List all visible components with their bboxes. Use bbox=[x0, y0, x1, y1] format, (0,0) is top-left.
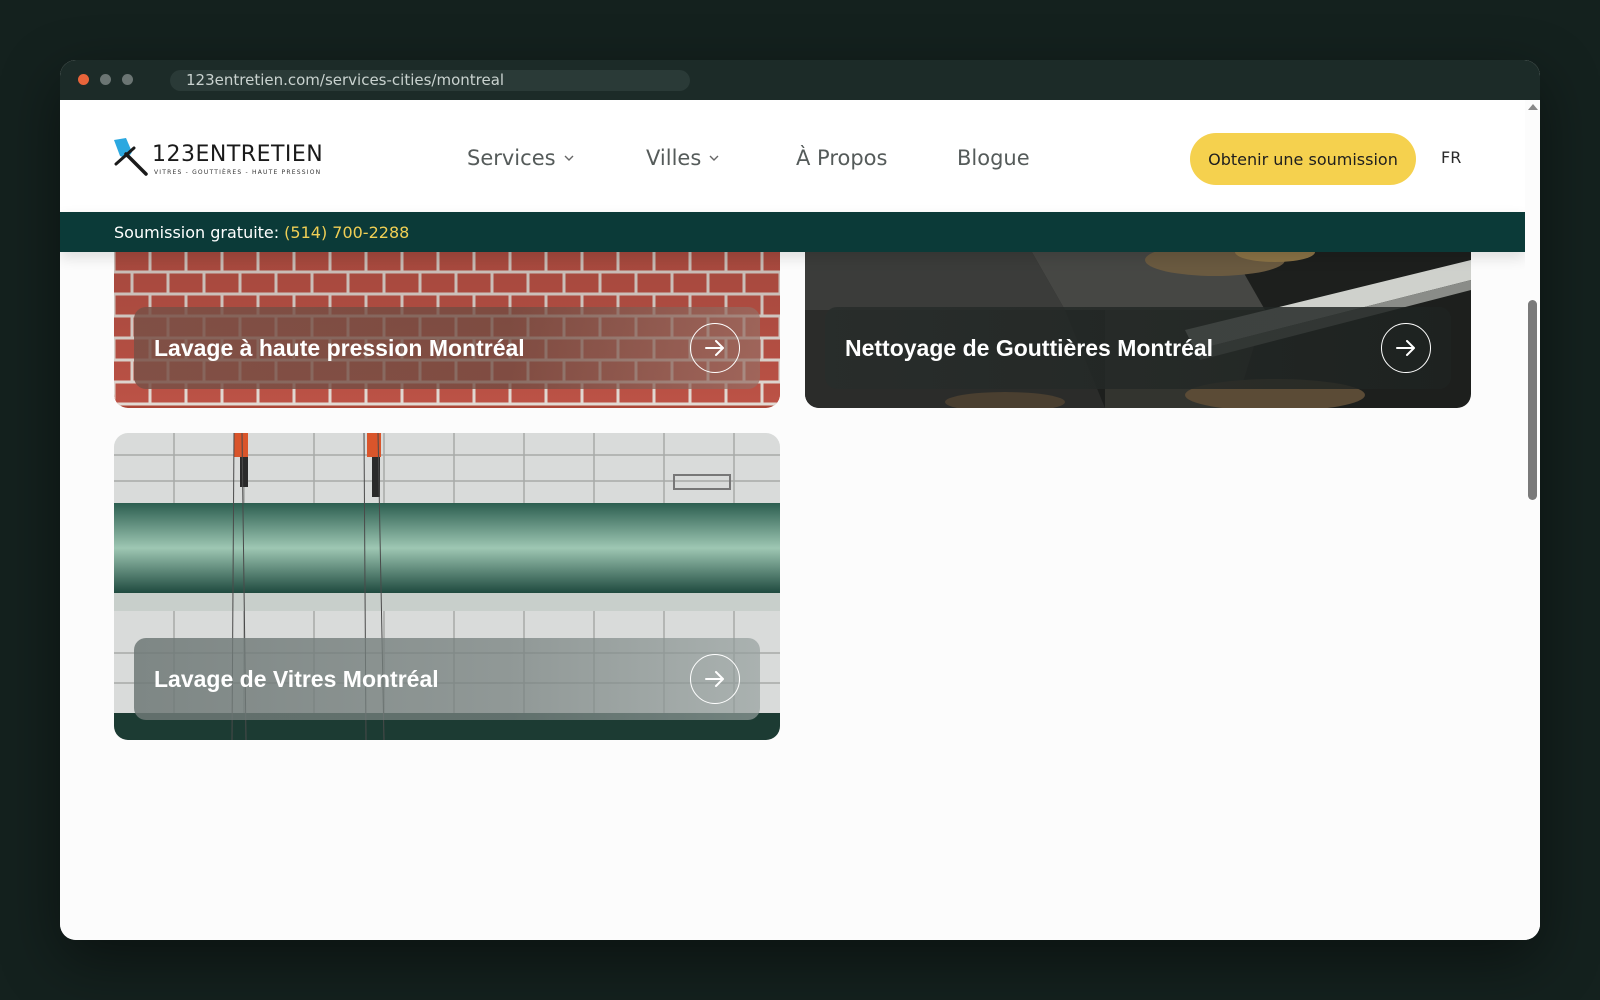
scrollbar-thumb[interactable] bbox=[1528, 300, 1537, 500]
page-viewport: Lavage à haute pression Montréal Nettoya… bbox=[60, 100, 1540, 940]
scroll-up-arrow-icon[interactable] bbox=[1528, 104, 1538, 110]
nav-item-blogue[interactable]: Blogue bbox=[957, 146, 1030, 170]
nav-item-villes[interactable]: Villes bbox=[646, 146, 721, 170]
browser-window: 123entretien.com/services-cities/montrea… bbox=[60, 60, 1540, 940]
card-title: Lavage de Vitres Montréal bbox=[154, 665, 439, 692]
promo-bar: Soumission gratuite: (514) 700-2288 bbox=[60, 212, 1525, 252]
logo-tagline: VITRES - GOUTTIÈRES - HAUTE PRESSION bbox=[154, 169, 322, 176]
card-caption-bar: Lavage de Vitres Montréal bbox=[134, 638, 760, 720]
chevron-down-icon bbox=[709, 155, 719, 161]
site-header: 123ENTRETIEN VITRES - GOUTTIÈRES - HAUTE… bbox=[60, 100, 1525, 212]
site-logo[interactable]: 123ENTRETIEN VITRES - GOUTTIÈRES - HAUTE… bbox=[112, 136, 323, 180]
arrow-right-icon[interactable] bbox=[690, 323, 740, 373]
chevron-down-icon bbox=[564, 155, 574, 161]
close-window-dot[interactable] bbox=[78, 74, 89, 85]
nav-item-a-propos[interactable]: À Propos bbox=[796, 146, 887, 170]
nav-item-label: Villes bbox=[646, 146, 702, 170]
nav-item-services[interactable]: Services bbox=[467, 146, 576, 170]
promo-label: Soumission gratuite: bbox=[114, 222, 280, 242]
nav-item-label: Blogue bbox=[957, 146, 1030, 170]
nav-item-label: À Propos bbox=[796, 146, 888, 170]
arrow-right-icon[interactable] bbox=[690, 654, 740, 704]
phone-link[interactable]: (514) 700-2288 bbox=[284, 223, 409, 242]
card-title: Lavage à haute pression Montréal bbox=[154, 334, 525, 361]
minimize-window-dot[interactable] bbox=[100, 74, 111, 85]
maximize-window-dot[interactable] bbox=[122, 74, 133, 85]
nav-item-label: Services bbox=[467, 146, 556, 170]
browser-titlebar: 123entretien.com/services-cities/montrea… bbox=[60, 60, 1540, 100]
scrollbar[interactable] bbox=[1525, 100, 1540, 940]
squeegee-logo-icon bbox=[114, 138, 148, 176]
address-bar[interactable]: 123entretien.com/services-cities/montrea… bbox=[170, 70, 690, 91]
service-card-window-washing[interactable]: Lavage de Vitres Montréal bbox=[114, 433, 780, 740]
card-caption-bar: Nettoyage de Gouttières Montréal bbox=[825, 307, 1451, 389]
card-title: Nettoyage de Gouttières Montréal bbox=[845, 334, 1214, 361]
arrow-right-icon[interactable] bbox=[1381, 323, 1431, 373]
logo-wordmark: 123ENTRETIEN bbox=[152, 142, 324, 167]
card-caption-bar: Lavage à haute pression Montréal bbox=[134, 307, 760, 389]
get-quote-button[interactable]: Obtenir une soumission bbox=[1190, 133, 1416, 185]
language-switcher[interactable]: FR bbox=[1441, 148, 1461, 167]
